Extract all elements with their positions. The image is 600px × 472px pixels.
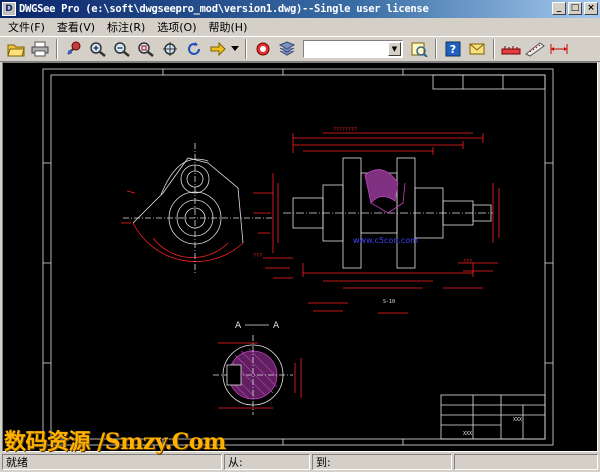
title-block-text: XXX bbox=[463, 431, 472, 437]
email-icon[interactable] bbox=[465, 38, 488, 60]
sheet-border-outer bbox=[42, 68, 554, 446]
layers-icon[interactable] bbox=[275, 38, 298, 60]
top-right-box bbox=[432, 74, 546, 90]
menu-markup[interactable]: 标注(R) bbox=[101, 19, 151, 35]
toolbar-separator bbox=[493, 39, 495, 59]
svg-text:?: ? bbox=[449, 43, 455, 56]
rotate-icon[interactable] bbox=[182, 38, 205, 60]
front-view: ???????? ??? ??? bbox=[253, 127, 500, 314]
help-icon[interactable]: ? bbox=[441, 38, 464, 60]
cad-drawing: ???????? ??? ??? www.c5con.com S-10 A A bbox=[42, 68, 554, 446]
menu-bar: 文件(F) 查看(V) 标注(R) 选项(O) 帮助(H) bbox=[0, 18, 600, 36]
zoom-in-icon[interactable] bbox=[86, 38, 109, 60]
site-watermark: 数码资源 /Smzy.Com bbox=[4, 429, 226, 455]
drawing-url-label: www.c5con.com bbox=[353, 236, 418, 245]
title-block: XXX XXX bbox=[440, 394, 546, 440]
menu-view[interactable]: 查看(V) bbox=[51, 19, 101, 35]
section-label-right: A bbox=[273, 321, 280, 331]
window-title: DWGSee Pro (e:\soft\dwgseepro_mod\versio… bbox=[19, 3, 429, 15]
close-button[interactable]: × bbox=[584, 2, 598, 15]
pan-icon[interactable] bbox=[62, 38, 85, 60]
open-icon[interactable] bbox=[407, 38, 430, 60]
menu-help[interactable]: 帮助(H) bbox=[203, 19, 254, 35]
s10-label: S-10 bbox=[383, 299, 395, 305]
menu-file[interactable]: 文件(F) bbox=[2, 19, 51, 35]
section-label-left: A bbox=[235, 321, 242, 331]
open-folder-icon[interactable] bbox=[4, 38, 27, 60]
svg-text:????????: ???????? bbox=[333, 127, 357, 133]
print-icon[interactable] bbox=[28, 38, 51, 60]
toolbar-separator bbox=[245, 39, 247, 59]
dropdown-icon[interactable] bbox=[230, 38, 240, 60]
title-block-text-2: XXX bbox=[513, 417, 522, 423]
title-bar[interactable]: D DWGSee Pro (e:\soft\dwgseepro_mod\vers… bbox=[0, 0, 600, 18]
end-view bbox=[121, 143, 273, 273]
measure-icon[interactable] bbox=[499, 38, 522, 60]
drawing-canvas[interactable]: ???????? ??? ??? www.c5con.com S-10 A A bbox=[2, 62, 598, 452]
border-ticks bbox=[43, 69, 553, 445]
svg-text:???: ??? bbox=[463, 259, 472, 265]
section-view: A A bbox=[213, 321, 302, 415]
app-icon[interactable]: D bbox=[2, 2, 16, 16]
toolbar-separator bbox=[435, 39, 437, 59]
svg-text:???: ??? bbox=[253, 253, 262, 259]
status-from: 从: bbox=[224, 454, 310, 470]
toolbar-separator bbox=[56, 39, 58, 59]
arrow-forward-icon[interactable] bbox=[206, 38, 229, 60]
toolbar: ▼ ? bbox=[0, 36, 600, 62]
status-extra bbox=[454, 454, 598, 470]
layer-select[interactable]: ▼ bbox=[303, 40, 403, 58]
zoom-out-icon[interactable] bbox=[110, 38, 133, 60]
minimize-button[interactable]: _ bbox=[552, 2, 566, 15]
menu-options[interactable]: 选项(O) bbox=[151, 19, 202, 35]
dimension-icon[interactable] bbox=[547, 38, 570, 60]
sheet-border-inner bbox=[50, 74, 546, 440]
zoom-extents-icon[interactable] bbox=[158, 38, 181, 60]
status-ready: 就绪 bbox=[2, 454, 222, 470]
zoom-window-icon[interactable] bbox=[134, 38, 157, 60]
ruler-icon[interactable] bbox=[523, 38, 546, 60]
maximize-button[interactable]: □ bbox=[568, 2, 582, 15]
layer-off-icon[interactable] bbox=[251, 38, 274, 60]
chevron-down-icon[interactable]: ▼ bbox=[388, 42, 401, 56]
status-to: 到: bbox=[312, 454, 452, 470]
